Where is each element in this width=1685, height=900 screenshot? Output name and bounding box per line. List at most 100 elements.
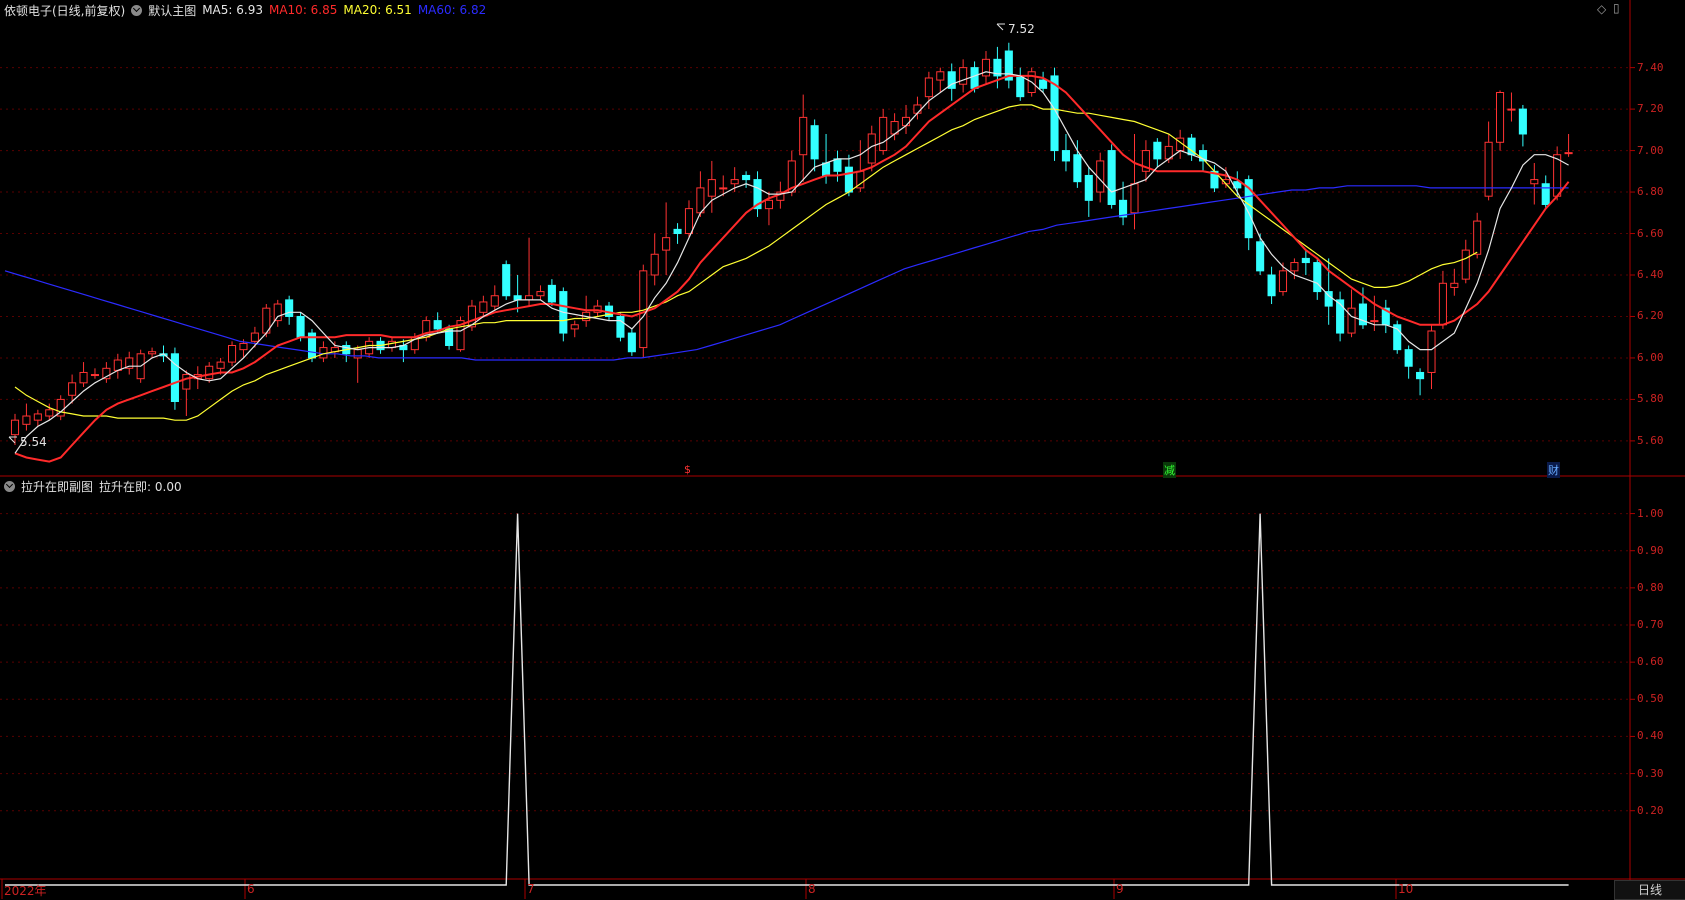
candlestick (1518, 104, 1527, 147)
candlestick (559, 287, 568, 342)
candle-body (353, 349, 362, 359)
candle-body (1461, 249, 1470, 280)
candlestick (90, 368, 100, 379)
candle-body (479, 301, 488, 313)
candle-body (799, 116, 808, 156)
candle-body (1507, 108, 1516, 111)
kline-chart[interactable] (0, 0, 1685, 899)
candle-body (570, 324, 579, 330)
candle-body (170, 353, 179, 402)
candlestick (490, 285, 499, 311)
candle-body (1541, 183, 1550, 205)
candle-body (1404, 349, 1413, 367)
period-button[interactable]: 日线 (1614, 880, 1685, 900)
candlestick (1495, 90, 1505, 151)
candlestick (981, 51, 991, 85)
event-marker-reduce[interactable]: 减 (1163, 462, 1176, 478)
sub-tick-label: 1.00 (1637, 506, 1664, 520)
candlestick (616, 312, 625, 342)
candle-body (1530, 179, 1539, 185)
ma60-line (4, 185, 1569, 361)
candlestick (1416, 368, 1425, 396)
candle-body (205, 365, 214, 380)
sub-tick-label: 0.70 (1637, 618, 1664, 631)
candlestick (1461, 239, 1470, 284)
candle-body (10, 419, 20, 436)
candlestick (1427, 324, 1436, 390)
candle-body (1313, 262, 1322, 293)
candlestick (330, 341, 339, 358)
date-tick-label: 8 (808, 882, 816, 896)
price-tick-label: 6.20 (1637, 309, 1664, 323)
candlestick (1278, 262, 1288, 296)
candlestick (513, 274, 522, 313)
candlestick (353, 345, 362, 383)
candle-body (901, 116, 911, 127)
candle-body (1416, 371, 1425, 380)
candlestick (502, 260, 511, 300)
candle-body (844, 166, 853, 193)
candlestick (1141, 140, 1150, 182)
candlestick (79, 362, 88, 387)
candlestick (707, 160, 716, 213)
candlestick (33, 409, 42, 427)
candlestick (1187, 133, 1196, 161)
candlestick (1507, 92, 1516, 122)
sub-tick-label: 0.60 (1637, 655, 1664, 669)
candlestick (547, 279, 556, 307)
candlestick (273, 299, 282, 327)
candlestick (662, 202, 671, 275)
candlestick (56, 395, 65, 421)
candle-body (1427, 330, 1436, 373)
candle-body (273, 303, 282, 322)
price-tick-label: 5.80 (1637, 392, 1664, 406)
low-price-marker: 5.54 (20, 435, 47, 449)
candle-body (1495, 92, 1505, 143)
price-tick-label: 6.00 (1637, 350, 1664, 364)
candlestick (1256, 233, 1265, 275)
candle-body (879, 116, 888, 152)
candlestick (1450, 268, 1459, 296)
candle-body (536, 291, 545, 297)
candlestick (479, 295, 488, 317)
candle-body (148, 351, 157, 355)
candle-body (1039, 79, 1048, 89)
candlestick (22, 403, 31, 431)
candle-body (936, 71, 945, 81)
event-marker-finance[interactable]: 财 (1547, 462, 1560, 478)
price-tick-label: 6.80 (1637, 185, 1664, 199)
candlestick (1004, 42, 1013, 89)
candle-body (616, 315, 625, 338)
candlestick (1393, 320, 1402, 354)
candlestick (1381, 299, 1390, 334)
candle-body (79, 371, 88, 384)
candlestick (570, 320, 579, 338)
candle-body (913, 104, 922, 114)
candlestick (810, 119, 819, 172)
candle-body (959, 67, 968, 85)
candle-body (764, 199, 773, 210)
low-marker-pointer (8, 436, 17, 444)
candle-body (719, 187, 728, 190)
candle-body (684, 208, 694, 235)
candle-body (433, 320, 442, 330)
sub-tick-label: 0.50 (1637, 692, 1664, 706)
candle-body (1107, 150, 1116, 205)
event-marker-dollar[interactable]: $ (684, 463, 691, 476)
date-tick-label: 7 (527, 882, 535, 896)
candlestick (1267, 266, 1276, 305)
candle-body (68, 382, 77, 396)
candlestick (1484, 121, 1493, 201)
candlestick (170, 347, 179, 410)
candle-body (239, 342, 248, 351)
candlestick (182, 370, 191, 417)
candle-body (1267, 274, 1276, 297)
candle-body (924, 77, 933, 98)
candlestick (1153, 138, 1162, 168)
candle-body (1301, 257, 1310, 264)
candlestick (1336, 291, 1345, 342)
candlestick (753, 171, 762, 217)
candlestick (1107, 144, 1116, 209)
high-marker-pointer (996, 23, 1005, 31)
candle-body (467, 305, 476, 328)
